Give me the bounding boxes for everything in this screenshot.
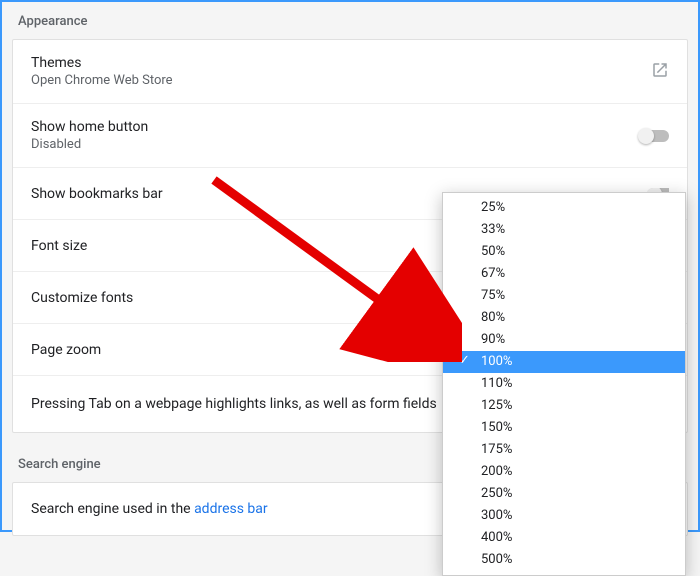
zoom-option[interactable]: 500% bbox=[443, 549, 685, 571]
zoom-option[interactable]: 125% bbox=[443, 395, 685, 417]
zoom-option[interactable]: 75% bbox=[443, 285, 685, 307]
themes-title: Themes bbox=[31, 55, 173, 71]
font-size-title: Font size bbox=[31, 238, 87, 254]
zoom-option[interactable]: 25% bbox=[443, 197, 685, 219]
zoom-option[interactable]: 400% bbox=[443, 527, 685, 549]
home-button-title: Show home button bbox=[31, 119, 148, 135]
toggle-home-button[interactable] bbox=[639, 130, 669, 142]
search-engine-prefix: Search engine used in the bbox=[31, 501, 194, 517]
section-header-appearance: Appearance bbox=[12, 8, 688, 39]
zoom-option[interactable]: 175% bbox=[443, 439, 685, 461]
external-link-icon[interactable] bbox=[651, 61, 669, 83]
zoom-option[interactable]: 110% bbox=[443, 373, 685, 395]
row-show-home-button: Show home button Disabled bbox=[13, 104, 687, 168]
address-bar-link[interactable]: address bar bbox=[194, 501, 268, 517]
zoom-option[interactable]: 150% bbox=[443, 417, 685, 439]
themes-sub: Open Chrome Web Store bbox=[31, 73, 173, 88]
page-zoom-title: Page zoom bbox=[31, 342, 101, 358]
zoom-option[interactable]: 100% bbox=[443, 351, 685, 373]
row-themes[interactable]: Themes Open Chrome Web Store bbox=[13, 40, 687, 104]
home-button-sub: Disabled bbox=[31, 137, 148, 152]
zoom-option[interactable]: 250% bbox=[443, 483, 685, 505]
zoom-option[interactable]: 90% bbox=[443, 329, 685, 351]
zoom-option[interactable]: 300% bbox=[443, 505, 685, 527]
zoom-option[interactable]: 67% bbox=[443, 263, 685, 285]
bookmarks-title: Show bookmarks bar bbox=[31, 186, 163, 202]
page-zoom-dropdown[interactable]: 25%33%50%67%75%80%90%100%110%125%150%175… bbox=[442, 192, 686, 576]
zoom-option[interactable]: 200% bbox=[443, 461, 685, 483]
zoom-option[interactable]: 33% bbox=[443, 219, 685, 241]
customize-fonts-title: Customize fonts bbox=[31, 290, 133, 306]
zoom-option[interactable]: 80% bbox=[443, 307, 685, 329]
zoom-option[interactable]: 50% bbox=[443, 241, 685, 263]
search-engine-text: Search engine used in the address bar bbox=[31, 501, 268, 517]
tab-highlight-title: Pressing Tab on a webpage highlights lin… bbox=[31, 396, 437, 412]
